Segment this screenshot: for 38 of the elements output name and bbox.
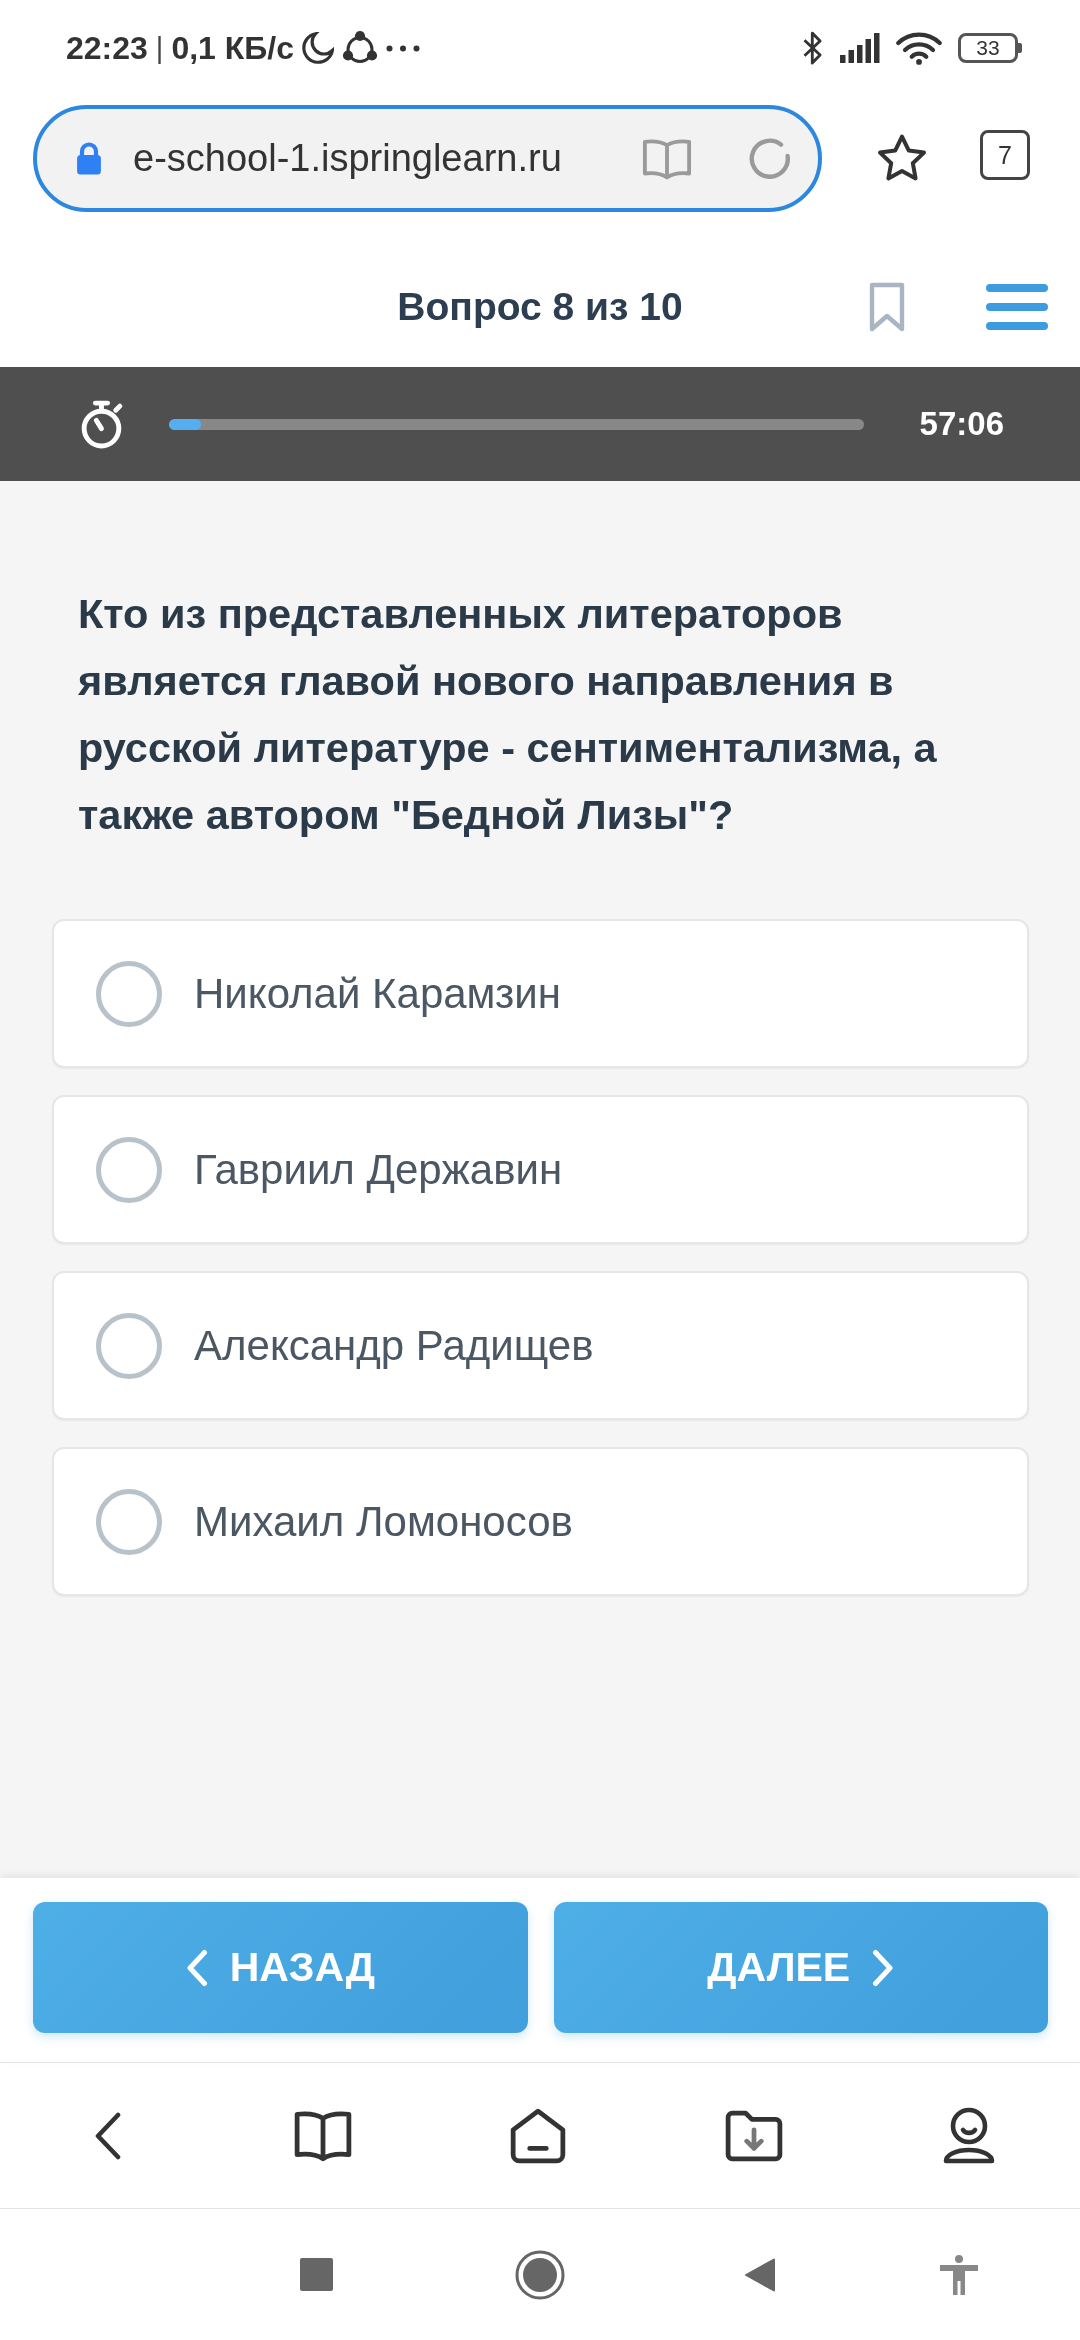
chevron-right-icon [872,1948,895,1987]
radio-button[interactable] [96,1136,162,1203]
answer-option[interactable]: Гавриил Державин [52,1095,1029,1244]
dots-ring-icon [342,30,378,66]
chevron-left-icon [185,1948,208,1987]
bluetooth-icon [802,31,824,65]
answer-option[interactable]: Александр Радищев [52,1271,1029,1420]
question-text: Кто из представленных литераторов является главой нового направления в русской литературе - сентиментализма, а также автором "Бедной Лизы"? [77,589,938,840]
tab-count-button[interactable]: 7 [980,130,1030,180]
star-icon[interactable] [876,133,928,183]
more-dots-icon [386,44,420,52]
question-counter: Вопрос 8 из 10 [397,284,683,329]
folder-download-icon[interactable] [724,2108,783,2163]
timer-time: 57:06 [919,405,1004,443]
battery-indicator: 33 [958,33,1022,63]
recents-square-icon[interactable] [299,2258,333,2291]
menu-icon[interactable] [986,283,1048,330]
status-time: 22:23 [66,29,148,67]
accessibility-icon[interactable] [940,2254,978,2295]
answer-option[interactable]: Михаил Ломоносов [52,1447,1029,1596]
radio-button[interactable] [96,1312,162,1379]
radio-button[interactable] [96,1488,162,1555]
status-separator: | [155,31,164,65]
home-icon[interactable] [509,2106,568,2165]
signal-icon [840,33,880,63]
wifi-icon [896,31,942,65]
answer-option[interactable]: Николай Карамзин [52,919,1029,1068]
lock-icon [75,141,103,176]
stopwatch-icon [80,399,125,449]
book-icon[interactable] [294,2108,353,2163]
home-circle-icon[interactable] [515,2249,565,2300]
moon-icon [302,31,334,65]
radio-button[interactable] [96,960,162,1027]
profile-icon[interactable] [943,2106,996,2165]
back-triangle-icon[interactable] [744,2256,776,2293]
url-text: e-school-1.ispringlearn.ru [133,137,563,180]
back-icon[interactable] [94,2111,121,2160]
network-speed: 0,1 КБ/с [171,29,294,67]
